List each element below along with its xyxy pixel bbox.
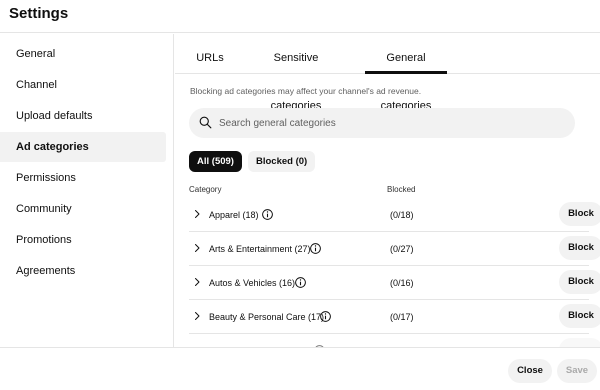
chevron-right-icon[interactable] [191, 242, 203, 254]
table-row[interactable]: Apparel (18) (0/18) Block [189, 198, 600, 232]
sidebar-item-ad-categories[interactable]: Ad categories [0, 132, 166, 162]
category-name: Arts & Entertainment (27) [209, 244, 311, 254]
active-tab-indicator [365, 71, 447, 74]
sidebar-item-general[interactable]: General [0, 39, 166, 69]
filter-chip-blocked[interactable]: Blocked (0) [248, 151, 316, 172]
dialog-header: Settings [0, 0, 600, 33]
save-button[interactable]: Save [557, 359, 597, 383]
sidebar-item-promotions[interactable]: Promotions [0, 225, 166, 255]
revenue-note: Blocking ad categories may affect your c… [190, 86, 422, 96]
search-icon [199, 116, 212, 129]
dialog-title: Settings [9, 5, 69, 22]
close-button[interactable]: Close [508, 359, 552, 383]
sidebar-item-upload-defaults[interactable]: Upload defaults [0, 101, 166, 131]
sidebar-item-agreements[interactable]: Agreements [0, 256, 166, 286]
category-name: Apparel (18) [209, 210, 259, 220]
main-panel: URLs Sensitive categories General catego… [175, 34, 600, 347]
sidebar-item-community[interactable]: Community [0, 194, 166, 224]
info-icon[interactable] [319, 310, 332, 323]
column-header-category: Category [189, 185, 222, 194]
block-button[interactable]: Block [559, 202, 600, 226]
block-button-partial [559, 338, 600, 347]
settings-sidebar: General Channel Upload defaults Ad categ… [0, 34, 174, 347]
chevron-right-icon[interactable] [191, 208, 203, 220]
category-name: Autos & Vehicles (16) [209, 278, 296, 288]
column-header-blocked: Blocked [387, 185, 416, 194]
block-button[interactable]: Block [559, 236, 600, 260]
tab-urls[interactable]: URLs [191, 34, 229, 74]
blocked-count: (0/27) [390, 244, 414, 254]
table-row-partial [189, 334, 600, 347]
table-row[interactable]: Beauty & Personal Care (17) (0/17) Block [189, 300, 600, 334]
info-icon[interactable] [309, 242, 322, 255]
table-row[interactable]: Autos & Vehicles (16) (0/16) Block [189, 266, 600, 300]
tab-sensitive-categories[interactable]: Sensitive categories [247, 34, 345, 112]
category-name: Beauty & Personal Care (17) [209, 312, 325, 322]
info-icon[interactable] [294, 276, 307, 289]
search-input[interactable] [219, 108, 559, 138]
block-button[interactable]: Block [559, 304, 600, 328]
settings-dialog: Settings General Channel Upload defaults… [0, 0, 600, 390]
sidebar-item-permissions[interactable]: Permissions [0, 163, 166, 193]
filter-chip-all[interactable]: All (509) [189, 151, 242, 172]
sidebar-item-channel[interactable]: Channel [0, 70, 166, 100]
blocked-count: (0/17) [390, 312, 414, 322]
info-icon[interactable] [261, 208, 274, 221]
block-button[interactable]: Block [559, 270, 600, 294]
chevron-right-icon[interactable] [191, 310, 203, 322]
tab-bar: URLs Sensitive categories General catego… [175, 34, 600, 112]
tab-general-categories[interactable]: General categories [363, 34, 449, 112]
table-row[interactable]: Arts & Entertainment (27) (0/27) Block [189, 232, 600, 266]
blocked-count: (0/18) [390, 210, 414, 220]
dialog-footer: Close Save [0, 347, 600, 390]
search-bar[interactable] [189, 108, 575, 138]
chevron-right-icon[interactable] [191, 276, 203, 288]
blocked-count: (0/16) [390, 278, 414, 288]
